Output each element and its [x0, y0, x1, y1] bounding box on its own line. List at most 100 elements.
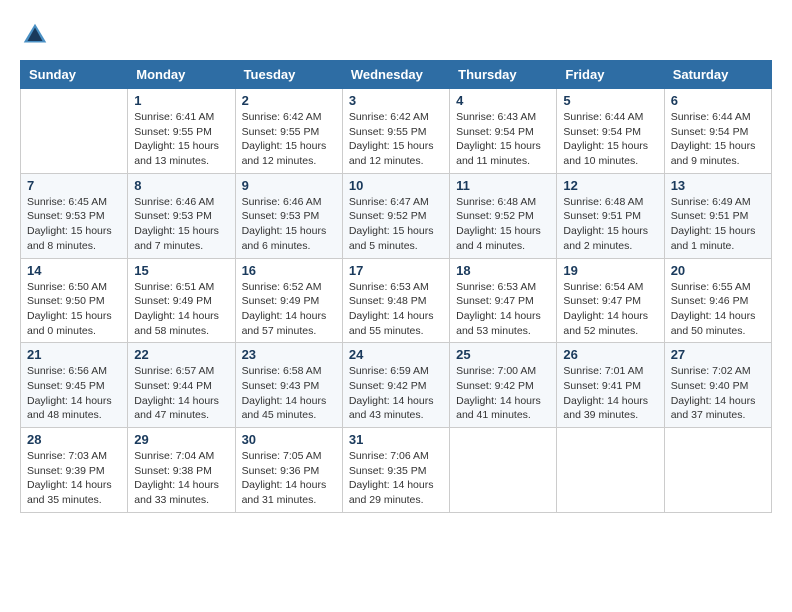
calendar-table: SundayMondayTuesdayWednesdayThursdayFrid… — [20, 60, 772, 513]
day-number: 28 — [27, 432, 121, 447]
day-info: Sunrise: 6:56 AM Sunset: 9:45 PM Dayligh… — [27, 364, 121, 423]
logo — [20, 20, 54, 50]
weekday-header-cell: Sunday — [21, 61, 128, 89]
day-number: 12 — [563, 178, 657, 193]
page-header — [20, 20, 772, 50]
calendar-day-cell: 30Sunrise: 7:05 AM Sunset: 9:36 PM Dayli… — [235, 428, 342, 513]
calendar-day-cell: 11 Sunrise: 6:48 AM Sunset: 9:52 PM Dayli… — [450, 173, 557, 258]
day-info: Sunrise: 6:48 AM Sunset: 9:52 PM Dayligh… — [456, 195, 550, 254]
day-number: 7 — [27, 178, 121, 193]
calendar-day-cell — [664, 428, 771, 513]
day-number: 26 — [563, 347, 657, 362]
day-number: 30 — [242, 432, 336, 447]
calendar-day-cell: 16 Sunrise: 6:52 AM Sunset: 9:49 PM Dayli… — [235, 258, 342, 343]
calendar-day-cell: 1 Sunrise: 6:41 AM Sunset: 9:55 PM Daylig… — [128, 89, 235, 174]
calendar-day-cell: 4 Sunrise: 6:43 AM Sunset: 9:54 PM Daylig… — [450, 89, 557, 174]
day-info: Sunrise: 6:57 AM Sunset: 9:44 PM Dayligh… — [134, 364, 228, 423]
calendar-day-cell: 8Sunrise: 6:46 AM Sunset: 9:53 PM Daylig… — [128, 173, 235, 258]
day-info: Sunrise: 6:51 AM Sunset: 9:49 PM Dayligh… — [134, 280, 228, 339]
calendar-day-cell: 6 Sunrise: 6:44 AM Sunset: 9:54 PM Daylig… — [664, 89, 771, 174]
calendar-day-cell: 18 Sunrise: 6:53 AM Sunset: 9:47 PM Dayli… — [450, 258, 557, 343]
calendar-day-cell: 9 Sunrise: 6:46 AM Sunset: 9:53 PM Daylig… — [235, 173, 342, 258]
day-number: 2 — [242, 93, 336, 108]
calendar-day-cell — [557, 428, 664, 513]
day-number: 27 — [671, 347, 765, 362]
day-number: 23 — [242, 347, 336, 362]
calendar-header-row: SundayMondayTuesdayWednesdayThursdayFrid… — [21, 61, 772, 89]
calendar-day-cell: 7Sunrise: 6:45 AM Sunset: 9:53 PM Daylig… — [21, 173, 128, 258]
day-number: 17 — [349, 263, 443, 278]
day-info: Sunrise: 6:41 AM Sunset: 9:55 PM Dayligh… — [134, 110, 228, 169]
day-number: 16 — [242, 263, 336, 278]
calendar-day-cell: 21 Sunrise: 6:56 AM Sunset: 9:45 PM Dayli… — [21, 343, 128, 428]
calendar-day-cell: 28 Sunrise: 7:03 AM Sunset: 9:39 PM Dayli… — [21, 428, 128, 513]
day-number: 5 — [563, 93, 657, 108]
logo-icon — [20, 20, 50, 50]
day-number: 25 — [456, 347, 550, 362]
day-info: Sunrise: 6:46 AM Sunset: 9:53 PM Dayligh… — [242, 195, 336, 254]
calendar-day-cell: 13Sunrise: 6:49 AM Sunset: 9:51 PM Dayli… — [664, 173, 771, 258]
weekday-header-cell: Friday — [557, 61, 664, 89]
day-number: 22 — [134, 347, 228, 362]
calendar-day-cell: 5 Sunrise: 6:44 AM Sunset: 9:54 PM Daylig… — [557, 89, 664, 174]
calendar-day-cell: 24 Sunrise: 6:59 AM Sunset: 9:42 PM Dayli… — [342, 343, 449, 428]
day-info: Sunrise: 6:53 AM Sunset: 9:47 PM Dayligh… — [456, 280, 550, 339]
day-info: Sunrise: 7:01 AM Sunset: 9:41 PM Dayligh… — [563, 364, 657, 423]
day-info: Sunrise: 6:43 AM Sunset: 9:54 PM Dayligh… — [456, 110, 550, 169]
day-number: 11 — [456, 178, 550, 193]
day-number: 20 — [671, 263, 765, 278]
day-info: Sunrise: 6:44 AM Sunset: 9:54 PM Dayligh… — [671, 110, 765, 169]
calendar-day-cell: 10 Sunrise: 6:47 AM Sunset: 9:52 PM Dayli… — [342, 173, 449, 258]
day-info: Sunrise: 6:58 AM Sunset: 9:43 PM Dayligh… — [242, 364, 336, 423]
day-number: 1 — [134, 93, 228, 108]
calendar-week-row: 21 Sunrise: 6:56 AM Sunset: 9:45 PM Dayli… — [21, 343, 772, 428]
calendar-day-cell: 20 Sunrise: 6:55 AM Sunset: 9:46 PM Dayli… — [664, 258, 771, 343]
day-info: Sunrise: 6:47 AM Sunset: 9:52 PM Dayligh… — [349, 195, 443, 254]
day-info: Sunrise: 6:48 AM Sunset: 9:51 PM Dayligh… — [563, 195, 657, 254]
calendar-day-cell: 2Sunrise: 6:42 AM Sunset: 9:55 PM Daylig… — [235, 89, 342, 174]
day-number: 3 — [349, 93, 443, 108]
calendar-week-row: 1 Sunrise: 6:41 AM Sunset: 9:55 PM Daylig… — [21, 89, 772, 174]
day-number: 29 — [134, 432, 228, 447]
weekday-header-cell: Tuesday — [235, 61, 342, 89]
day-number: 19 — [563, 263, 657, 278]
day-number: 21 — [27, 347, 121, 362]
calendar-day-cell: 15 Sunrise: 6:51 AM Sunset: 9:49 PM Dayli… — [128, 258, 235, 343]
day-info: Sunrise: 6:53 AM Sunset: 9:48 PM Dayligh… — [349, 280, 443, 339]
calendar-day-cell: 29 Sunrise: 7:04 AM Sunset: 9:38 PM Dayli… — [128, 428, 235, 513]
calendar-day-cell: 31Sunrise: 7:06 AM Sunset: 9:35 PM Dayli… — [342, 428, 449, 513]
day-info: Sunrise: 7:02 AM Sunset: 9:40 PM Dayligh… — [671, 364, 765, 423]
day-number: 10 — [349, 178, 443, 193]
day-number: 24 — [349, 347, 443, 362]
day-info: Sunrise: 6:59 AM Sunset: 9:42 PM Dayligh… — [349, 364, 443, 423]
calendar-day-cell: 17 Sunrise: 6:53 AM Sunset: 9:48 PM Dayli… — [342, 258, 449, 343]
day-info: Sunrise: 6:50 AM Sunset: 9:50 PM Dayligh… — [27, 280, 121, 339]
calendar-day-cell — [450, 428, 557, 513]
day-number: 15 — [134, 263, 228, 278]
weekday-header-cell: Thursday — [450, 61, 557, 89]
day-number: 9 — [242, 178, 336, 193]
calendar-day-cell: 25 Sunrise: 7:00 AM Sunset: 9:42 PM Dayli… — [450, 343, 557, 428]
day-number: 6 — [671, 93, 765, 108]
calendar-day-cell — [21, 89, 128, 174]
day-info: Sunrise: 7:04 AM Sunset: 9:38 PM Dayligh… — [134, 449, 228, 508]
day-info: Sunrise: 6:55 AM Sunset: 9:46 PM Dayligh… — [671, 280, 765, 339]
day-info: Sunrise: 7:06 AM Sunset: 9:35 PM Dayligh… — [349, 449, 443, 508]
calendar-day-cell: 27 Sunrise: 7:02 AM Sunset: 9:40 PM Dayli… — [664, 343, 771, 428]
calendar-week-row: 7Sunrise: 6:45 AM Sunset: 9:53 PM Daylig… — [21, 173, 772, 258]
weekday-header-cell: Monday — [128, 61, 235, 89]
calendar-day-cell: 3Sunrise: 6:42 AM Sunset: 9:55 PM Daylig… — [342, 89, 449, 174]
calendar-body: 1 Sunrise: 6:41 AM Sunset: 9:55 PM Daylig… — [21, 89, 772, 513]
day-info: Sunrise: 6:54 AM Sunset: 9:47 PM Dayligh… — [563, 280, 657, 339]
calendar-day-cell: 14 Sunrise: 6:50 AM Sunset: 9:50 PM Dayli… — [21, 258, 128, 343]
day-info: Sunrise: 7:03 AM Sunset: 9:39 PM Dayligh… — [27, 449, 121, 508]
day-info: Sunrise: 6:52 AM Sunset: 9:49 PM Dayligh… — [242, 280, 336, 339]
day-number: 14 — [27, 263, 121, 278]
day-info: Sunrise: 7:00 AM Sunset: 9:42 PM Dayligh… — [456, 364, 550, 423]
weekday-header-cell: Wednesday — [342, 61, 449, 89]
day-number: 18 — [456, 263, 550, 278]
day-info: Sunrise: 6:44 AM Sunset: 9:54 PM Dayligh… — [563, 110, 657, 169]
calendar-week-row: 14 Sunrise: 6:50 AM Sunset: 9:50 PM Dayli… — [21, 258, 772, 343]
day-number: 4 — [456, 93, 550, 108]
calendar-day-cell: 12 Sunrise: 6:48 AM Sunset: 9:51 PM Dayli… — [557, 173, 664, 258]
